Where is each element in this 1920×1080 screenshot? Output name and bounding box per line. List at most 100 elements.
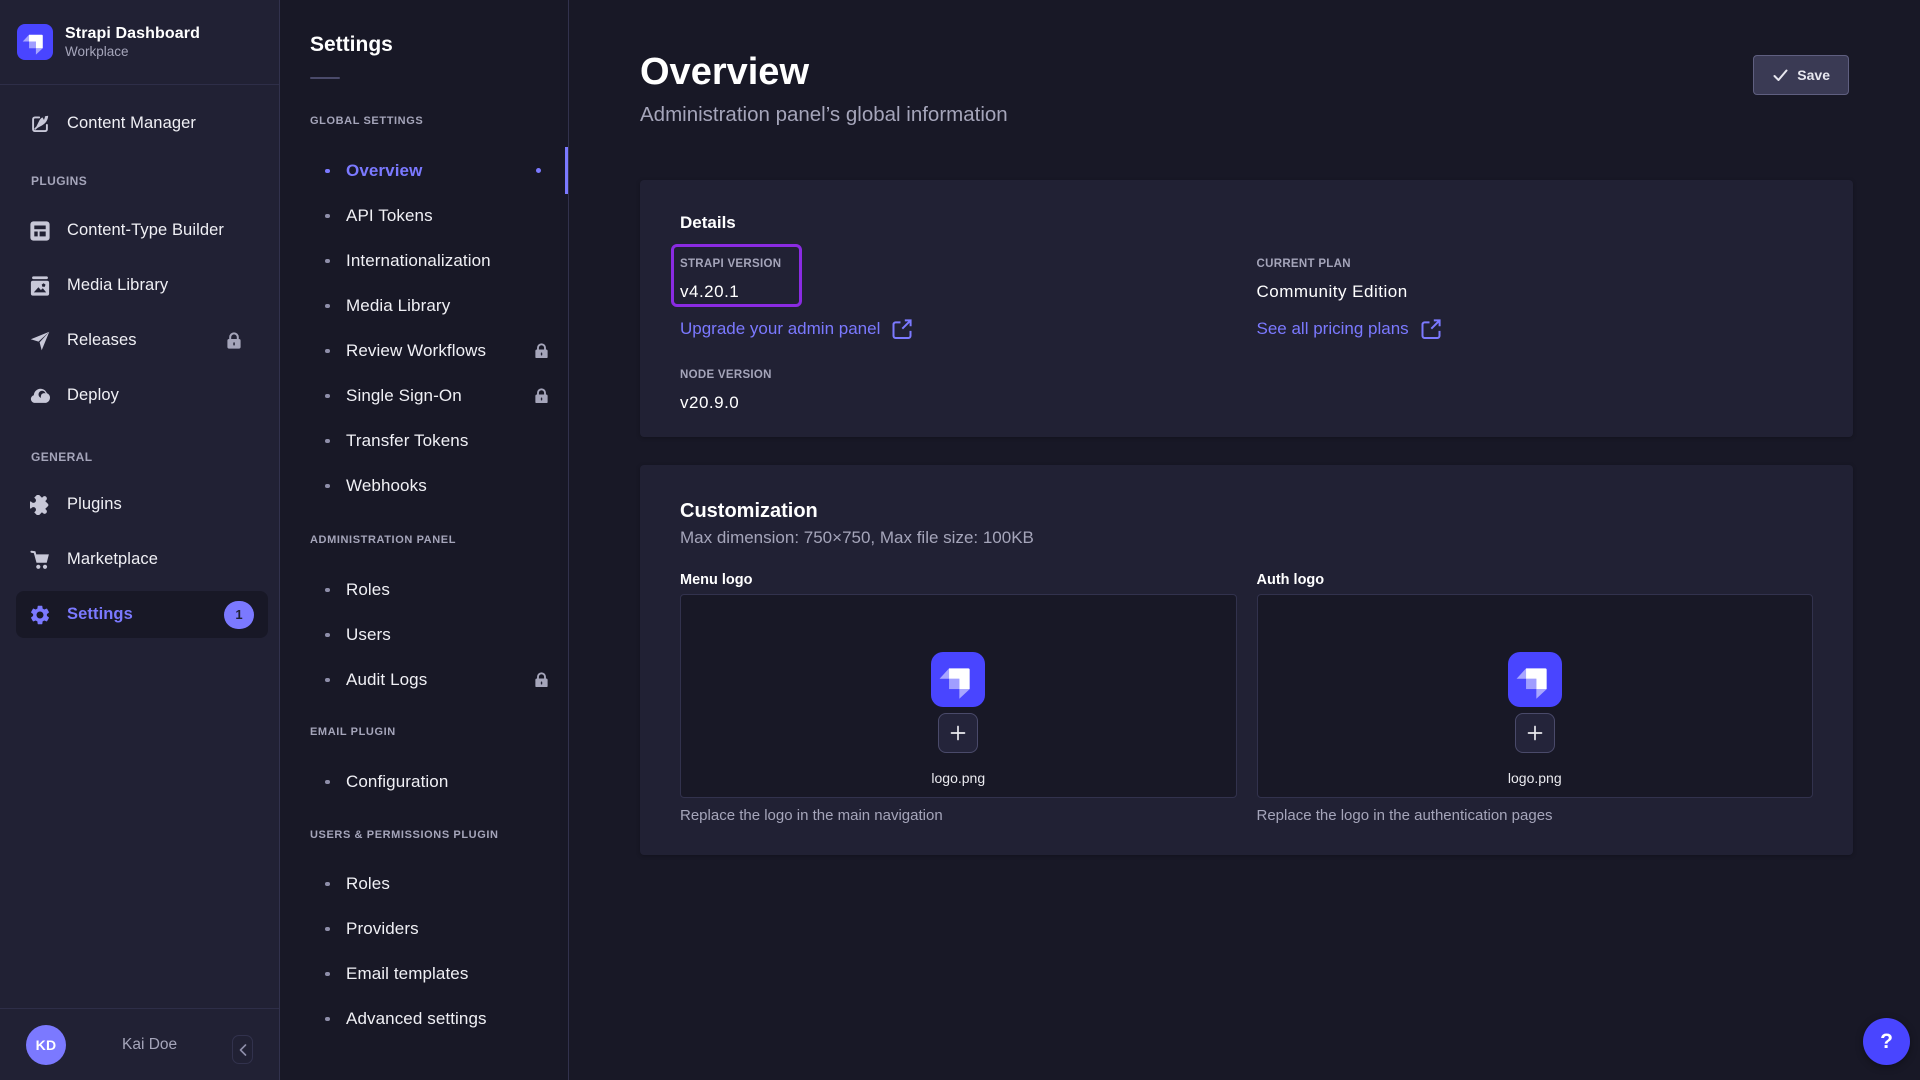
subnav-item-roles[interactable]: Roles: [280, 567, 568, 612]
sidebar-item-label: Plugins: [67, 495, 122, 514]
sidebar-section-plugins: PLUGINS: [0, 174, 279, 188]
settings-gear-icon: [30, 605, 50, 625]
subnav-item-webhooks[interactable]: Webhooks: [280, 463, 568, 508]
subnav-item-users[interactable]: Users: [280, 612, 568, 657]
content-type-builder-icon: [30, 221, 50, 241]
workspace-header[interactable]: Strapi Dashboard Workplace: [0, 0, 279, 85]
sidebar-item-content-manager[interactable]: Content Manager: [16, 100, 268, 147]
sidebar-item-label: Settings: [67, 605, 133, 624]
subnav-item-single-sign-on[interactable]: Single Sign-On: [280, 373, 568, 418]
bullet-icon: [325, 588, 330, 593]
details-right-column: CURRENT PLAN Community Edition See all p…: [1257, 257, 1814, 414]
auth-logo-column: Auth logo logo.png Replace the logo in t…: [1257, 571, 1814, 825]
subnav-item-advanced-settings[interactable]: Advanced settings: [280, 996, 568, 1041]
strapi-version-field: STRAPI VERSION v4.20.1: [680, 257, 1237, 303]
subnav-divider: [310, 77, 340, 79]
bullet-icon: [325, 780, 330, 785]
current-plan-value: Community Edition: [1257, 281, 1814, 303]
marketplace-icon: [30, 550, 50, 570]
subnav-item-audit-logs[interactable]: Audit Logs: [280, 657, 568, 702]
upgrade-admin-panel-link[interactable]: Upgrade your admin panel: [680, 319, 912, 339]
save-button[interactable]: Save: [1753, 55, 1849, 95]
subnav-item-configuration[interactable]: Configuration: [280, 759, 568, 804]
current-plan-label: CURRENT PLAN: [1257, 257, 1814, 272]
bullet-icon: [325, 927, 330, 932]
auth-logo-preview: [1508, 652, 1562, 707]
subnav-item-review-workflows[interactable]: Review Workflows: [280, 328, 568, 373]
menu-logo-caption: Replace the logo in the main navigation: [680, 806, 1237, 825]
menu-logo-dropzone[interactable]: logo.png: [680, 594, 1237, 798]
main-content: Overview Administration panel’s global i…: [569, 0, 1920, 1080]
page-subtitle: Administration panel’s global informatio…: [640, 102, 1008, 128]
workspace-subtitle: Workplace: [65, 44, 200, 60]
customization-subtitle: Max dimension: 750×750, Max file size: 1…: [680, 527, 1813, 549]
details-left-column: STRAPI VERSION v4.20.1 Upgrade your admi…: [680, 257, 1237, 414]
subnav-item-providers[interactable]: Providers: [280, 906, 568, 951]
details-card: Details STRAPI VERSION v4.20.1 Upgrade y…: [640, 180, 1853, 437]
auth-logo-filename: logo.png: [1508, 770, 1562, 786]
sidebar-item-label: Deploy: [67, 386, 119, 405]
subnav-item-up-roles[interactable]: Roles: [280, 861, 568, 906]
bullet-icon: [325, 972, 330, 977]
sidebar-item-content-type-builder[interactable]: Content-Type Builder: [16, 207, 268, 254]
subnav-item-overview[interactable]: Overview: [280, 148, 568, 193]
plugins-icon: [30, 495, 50, 515]
bullet-icon: [325, 214, 330, 219]
add-menu-logo-button[interactable]: [938, 713, 978, 753]
sidebar-item-label: Content-Type Builder: [67, 221, 224, 240]
user-avatar[interactable]: KD: [26, 1025, 66, 1065]
subnav-item-transfer-tokens[interactable]: Transfer Tokens: [280, 418, 568, 463]
sidebar-item-label: Releases: [67, 331, 137, 350]
menu-logo-label: Menu logo: [680, 571, 1237, 589]
deploy-icon: [30, 386, 50, 406]
subnav-item-email-templates[interactable]: Email templates: [280, 951, 568, 996]
lock-icon: [227, 332, 241, 349]
help-button[interactable]: ?: [1863, 1018, 1910, 1065]
active-indicator: [565, 147, 568, 194]
sidebar-item-label: Content Manager: [67, 114, 196, 133]
sidebar-item-settings[interactable]: Settings 1: [16, 591, 268, 638]
sidebar-item-releases[interactable]: Releases: [16, 317, 268, 364]
content-manager-icon: [30, 114, 50, 134]
lock-icon: [535, 672, 548, 688]
bullet-icon: [325, 633, 330, 638]
strapi-logo: [17, 24, 53, 60]
sidebar-item-label: Media Library: [67, 276, 168, 295]
page-title: Overview: [640, 52, 1008, 92]
settings-notification-badge: 1: [224, 601, 254, 629]
subnav-item-internationalization[interactable]: Internationalization: [280, 238, 568, 283]
menu-logo-column: Menu logo logo.png Replace the logo in t…: [680, 571, 1237, 825]
subnav-section-email-plugin: EMAIL PLUGIN: [310, 725, 568, 739]
node-version-label: NODE VERSION: [680, 368, 1237, 383]
node-version-field: NODE VERSION v20.9.0: [680, 368, 1237, 414]
strapi-version-value: v4.20.1: [680, 281, 1237, 303]
auth-logo-dropzone[interactable]: logo.png: [1257, 594, 1814, 798]
lock-icon: [535, 388, 548, 404]
main-nav: Content Manager PLUGINS Content-Type Bui…: [0, 85, 279, 1008]
sidebar-item-media-library[interactable]: Media Library: [16, 262, 268, 309]
sidebar-item-marketplace[interactable]: Marketplace: [16, 536, 268, 583]
subnav-item-api-tokens[interactable]: API Tokens: [280, 193, 568, 238]
settings-subnav: Settings GLOBAL SETTINGS Overview API To…: [280, 0, 569, 1080]
current-plan-field: CURRENT PLAN Community Edition: [1257, 257, 1814, 303]
bullet-icon: [325, 349, 330, 354]
add-auth-logo-button[interactable]: [1515, 713, 1555, 753]
pricing-plans-link[interactable]: See all pricing plans: [1257, 319, 1441, 339]
bullet-icon: [325, 678, 330, 683]
app-window: Strapi Dashboard Workplace Content Manag…: [0, 0, 1920, 1080]
sidebar-item-deploy[interactable]: Deploy: [16, 372, 268, 419]
auth-logo-caption: Replace the logo in the authentication p…: [1257, 806, 1814, 825]
subnav-item-media-library[interactable]: Media Library: [280, 283, 568, 328]
bullet-icon: [325, 304, 330, 309]
details-title: Details: [680, 213, 1813, 233]
bullet-icon: [325, 484, 330, 489]
page-header: Overview Administration panel’s global i…: [640, 0, 1853, 128]
bullet-icon: [325, 394, 330, 399]
bullet-icon: [325, 169, 330, 174]
menu-logo-filename: logo.png: [931, 770, 985, 786]
sidebar-item-plugins[interactable]: Plugins: [16, 481, 268, 528]
auth-logo-label: Auth logo: [1257, 571, 1814, 589]
subnav-section-global-settings: GLOBAL SETTINGS: [310, 114, 568, 128]
collapse-sidebar-button[interactable]: [232, 1035, 253, 1064]
customization-title: Customization: [680, 498, 1813, 524]
